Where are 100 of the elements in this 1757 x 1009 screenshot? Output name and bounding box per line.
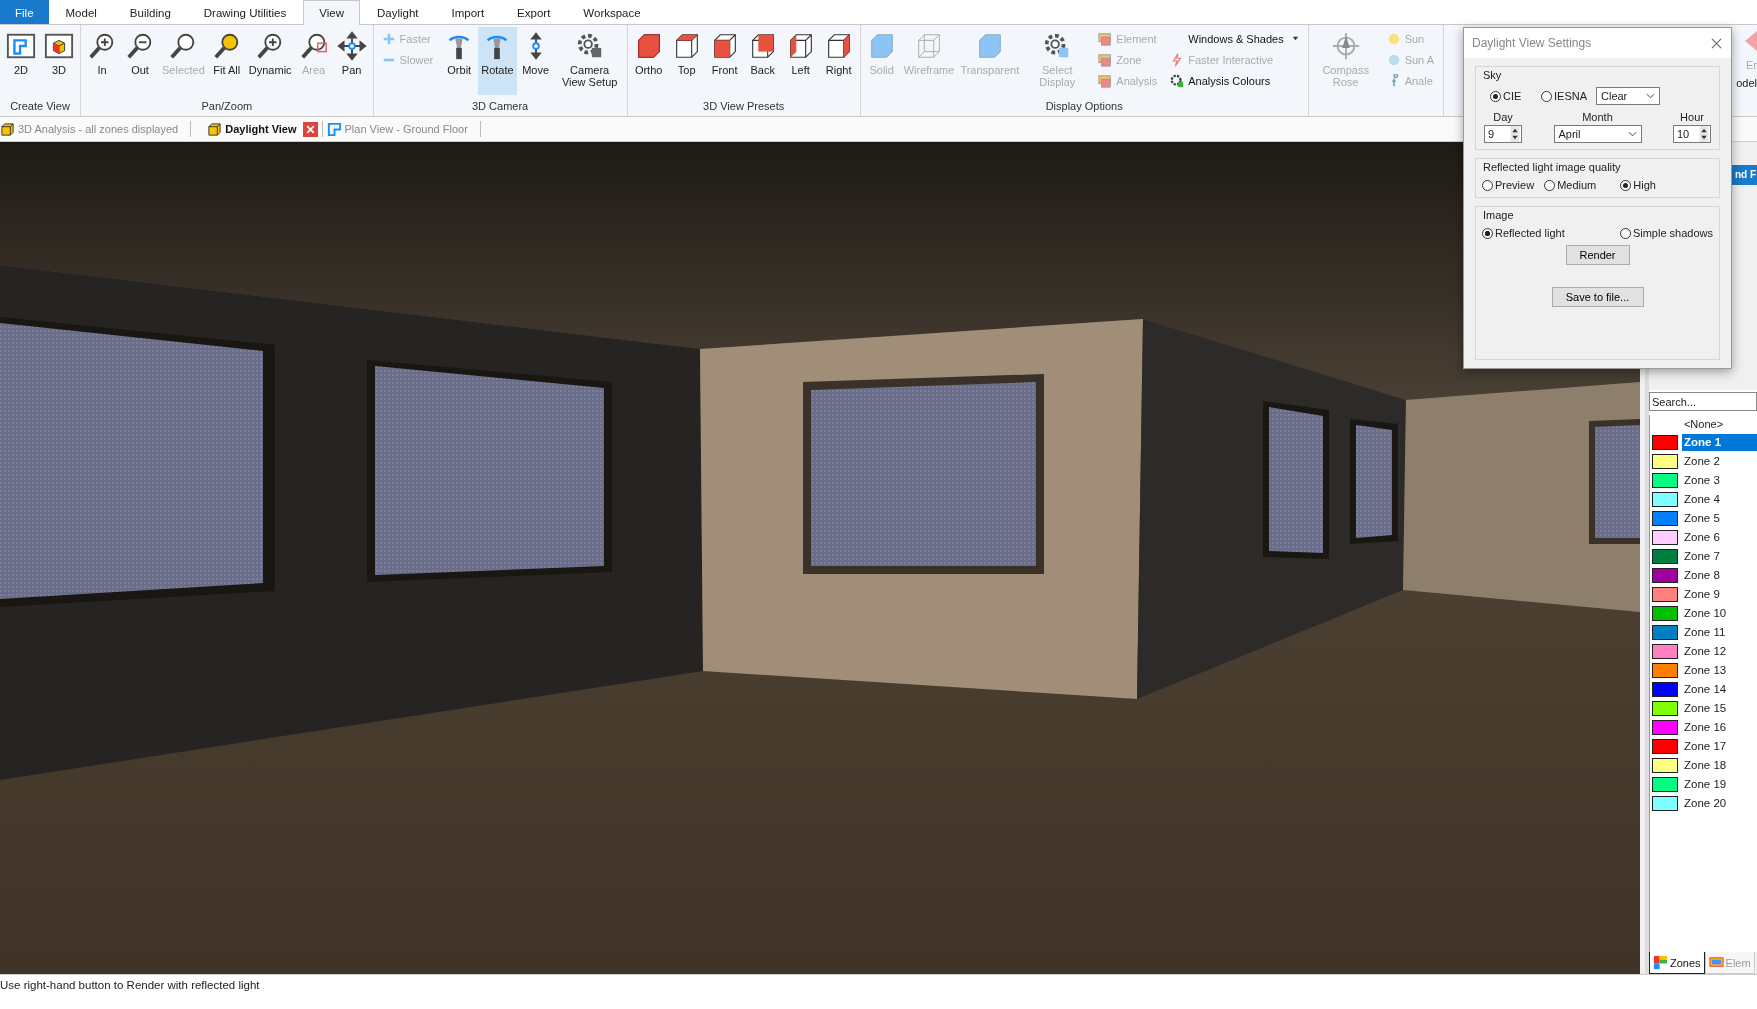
sky-type-dropdown[interactable]: Clear bbox=[1596, 87, 1660, 105]
close-icon bbox=[304, 123, 316, 135]
ribbon-button[interactable]: 2D bbox=[2, 27, 40, 95]
zone-item[interactable]: Zone 6 bbox=[1682, 529, 1757, 546]
radio-option[interactable]: Simple shadows bbox=[1619, 227, 1713, 239]
layers-icon bbox=[1708, 955, 1724, 970]
gear-icon bbox=[1170, 73, 1185, 88]
field-label: Hour bbox=[1680, 111, 1704, 123]
radio-option[interactable]: IESNA bbox=[1541, 90, 1596, 102]
zone-item[interactable]: Zone 14 bbox=[1682, 681, 1757, 698]
ribbon-group-label: odel bbox=[1736, 77, 1757, 89]
ribbon-button[interactable]: Fit All bbox=[207, 27, 246, 95]
ribbon-button[interactable]: Right bbox=[819, 27, 858, 95]
zone-item[interactable]: Zone 13 bbox=[1682, 662, 1757, 679]
document-tab[interactable]: Plan View - Ground Floor bbox=[326, 118, 480, 140]
chevron-down-icon bbox=[1627, 131, 1637, 137]
ribbon-button[interactable]: Orbit bbox=[440, 27, 479, 95]
zone-item[interactable]: Zone 15 bbox=[1682, 700, 1757, 717]
layers-icon bbox=[1098, 73, 1113, 88]
menu-tab[interactable]: Daylight bbox=[360, 0, 435, 24]
box-icon bbox=[0, 121, 15, 137]
ribbon-button[interactable]: Ortho bbox=[629, 27, 668, 95]
ribbon-button-label: Er bbox=[1746, 59, 1757, 71]
menu-tab[interactable]: Import bbox=[435, 0, 501, 24]
field-label: Day bbox=[1493, 111, 1513, 123]
sun-icon bbox=[1386, 52, 1401, 67]
layers-icon bbox=[1098, 52, 1113, 67]
zone-item[interactable]: Zone 17 bbox=[1682, 738, 1757, 755]
group-label: Sky bbox=[1483, 69, 1502, 81]
menu-tab[interactable]: File bbox=[0, 0, 49, 24]
menu-tab[interactable]: Model bbox=[49, 0, 113, 24]
sun-icon bbox=[1386, 31, 1401, 46]
chevron-down-icon bbox=[1646, 93, 1655, 99]
box-icon bbox=[207, 121, 223, 137]
radio-option[interactable]: Medium bbox=[1544, 179, 1597, 191]
ribbon-group-label: 3D Camera bbox=[471, 99, 530, 114]
zone-item[interactable]: Zone 16 bbox=[1682, 719, 1757, 736]
zone-item[interactable]: Zone 8 bbox=[1682, 567, 1757, 584]
move-arrows-icon bbox=[336, 31, 367, 61]
dialog-title: Daylight View Settings bbox=[1472, 36, 1592, 50]
menu-tab[interactable]: Drawing Utilities bbox=[187, 0, 303, 24]
ribbon-button[interactable]: Front bbox=[705, 27, 744, 95]
zone-item[interactable]: Zone 3 bbox=[1682, 472, 1757, 489]
group-label: Reflected light image quality bbox=[1483, 161, 1621, 173]
ribbon-small-button[interactable]: Windows & Shades bbox=[1168, 29, 1301, 48]
ribbon-group-label: Create View bbox=[9, 99, 71, 114]
zone-item[interactable]: Zone 5 bbox=[1682, 510, 1757, 527]
menu-tab[interactable]: Workspace bbox=[567, 0, 657, 24]
spin-arrows-icon bbox=[1698, 126, 1710, 142]
ribbon-button[interactable]: Pan bbox=[332, 27, 371, 95]
document-tab[interactable]: 3D Analysis - all zones displayed bbox=[0, 118, 191, 140]
zone-item[interactable]: Zone 20 bbox=[1682, 795, 1757, 812]
menu-tab[interactable]: Building bbox=[113, 0, 187, 24]
ribbon-group-label: Display Options bbox=[1044, 99, 1124, 114]
save-to-file-button[interactable]: Save to file... bbox=[1551, 287, 1644, 307]
plan-frame-icon bbox=[326, 121, 342, 137]
plan-frame-icon bbox=[6, 31, 36, 61]
zone-item[interactable]: Zone 9 bbox=[1682, 586, 1757, 603]
hour-spinner[interactable]: 10 bbox=[1673, 125, 1711, 143]
zone-item[interactable]: Zone 19 bbox=[1682, 776, 1757, 793]
zone-item[interactable]: Zone 4 bbox=[1682, 491, 1757, 508]
zone-item[interactable]: Zone 11 bbox=[1682, 624, 1757, 641]
month-dropdown[interactable]: April bbox=[1553, 125, 1642, 143]
ribbon-button[interactable]: Dynamic bbox=[245, 27, 295, 95]
radio-option[interactable]: Reflected light bbox=[1482, 227, 1565, 239]
ribbon-button[interactable]: Move bbox=[516, 27, 555, 95]
ribbon-button[interactable]: Left bbox=[781, 27, 820, 95]
zone-item[interactable]: Zone 1 bbox=[1682, 434, 1757, 451]
zone-item[interactable]: Zone 10 bbox=[1682, 605, 1757, 622]
menu-tab[interactable]: Export bbox=[501, 0, 567, 24]
ribbon-small-button[interactable]: Analysis Colours bbox=[1168, 71, 1301, 90]
close-icon bbox=[1710, 37, 1722, 49]
ribbon-button[interactable]: Out bbox=[121, 27, 159, 95]
radio-option[interactable]: Preview bbox=[1482, 179, 1535, 191]
ribbon-button[interactable]: 3D bbox=[40, 27, 78, 95]
ribbon-button[interactable]: Top bbox=[667, 27, 706, 95]
search-field[interactable]: Search... bbox=[1649, 392, 1757, 411]
list-item[interactable]: <None> bbox=[1650, 415, 1757, 433]
document-tab[interactable]: Daylight View bbox=[195, 118, 303, 140]
zone-item[interactable]: Zone 18 bbox=[1682, 757, 1757, 774]
zone-item[interactable]: Zone 12 bbox=[1682, 643, 1757, 660]
ribbon-button[interactable]: Rotate bbox=[478, 27, 517, 95]
plus-icon bbox=[381, 31, 396, 46]
ribbon-button[interactable]: Camera View Setup bbox=[554, 27, 625, 95]
zone-item[interactable]: Zone 7 bbox=[1682, 548, 1757, 565]
ribbon-button[interactable]: In bbox=[83, 27, 121, 95]
ribbon-group-label: Pan/Zoom bbox=[200, 99, 254, 114]
status-text: Use right-hand button to Render with reflected light bbox=[0, 978, 261, 991]
field-label: Month bbox=[1582, 111, 1613, 123]
panel-tab[interactable]: Zones bbox=[1649, 952, 1705, 974]
radio-option[interactable]: CIE bbox=[1490, 90, 1541, 102]
compass-icon bbox=[1330, 31, 1361, 61]
spin-arrows-icon bbox=[1509, 126, 1521, 142]
close-tab-button[interactable] bbox=[302, 121, 318, 137]
render-button[interactable]: Render bbox=[1565, 245, 1630, 265]
zone-item[interactable]: Zone 2 bbox=[1682, 453, 1757, 470]
day-spinner[interactable]: 9 bbox=[1484, 125, 1522, 143]
menu-tab[interactable]: View bbox=[303, 0, 360, 25]
box-frame-icon bbox=[44, 31, 74, 61]
ribbon-button[interactable]: Back bbox=[743, 27, 782, 95]
